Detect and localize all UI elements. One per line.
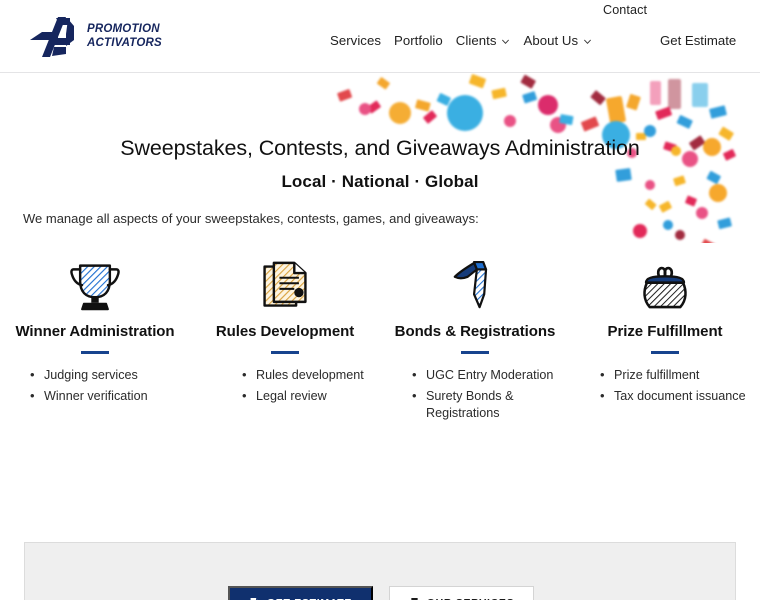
service-card-winner-administration: Winner Administration Judging services W… bbox=[0, 255, 190, 408]
nav-label-portfolio: Portfolio bbox=[393, 33, 443, 48]
list-item: Tax document issuance bbox=[600, 387, 746, 406]
pa-monogram-logo bbox=[28, 14, 80, 60]
service-item-list: Prize fulfillment Tax document issuance bbox=[582, 366, 746, 409]
cta-button-group: GET ESTIMATE OUR SERVICES bbox=[25, 586, 737, 600]
nav-label-clients: Clients bbox=[455, 33, 497, 48]
service-item-list: Judging services Winner verification bbox=[12, 366, 148, 409]
trophy-small-icon bbox=[409, 597, 420, 600]
chevron-down-icon bbox=[501, 37, 510, 46]
service-title: Bonds & Registrations bbox=[394, 323, 556, 340]
nav-item-portfolio[interactable]: Portfolio bbox=[394, 33, 443, 48]
list-item: Surety Bonds & Registrations bbox=[412, 387, 558, 424]
title-underline bbox=[651, 351, 679, 354]
nav-contact-link[interactable]: Contact bbox=[603, 3, 647, 17]
hero-subheading: Local · National · Global bbox=[281, 172, 479, 191]
chevron-down-icon bbox=[583, 37, 592, 46]
list-item: Rules development bbox=[242, 366, 364, 385]
service-card-prize-fulfillment: Prize Fulfillment Prize fulfillment Tax … bbox=[570, 255, 760, 408]
necktie-icon bbox=[452, 255, 498, 313]
brand-logo[interactable]: PROMOTION ACTIVATORS bbox=[28, 14, 162, 60]
nav-item-clients[interactable]: Clients bbox=[456, 33, 511, 48]
title-underline bbox=[461, 351, 489, 354]
get-estimate-button[interactable]: GET ESTIMATE bbox=[228, 586, 373, 600]
page-root: PROMOTION ACTIVATORS Contact Services Po… bbox=[0, 0, 760, 600]
list-item: UGC Entry Moderation bbox=[412, 366, 558, 385]
list-item: Legal review bbox=[242, 387, 364, 406]
nav-label-services: Services bbox=[330, 33, 381, 48]
service-card-bonds-registrations: Bonds & Registrations UGC Entry Moderati… bbox=[380, 255, 570, 426]
nav-item-about-us[interactable]: About Us bbox=[523, 33, 592, 48]
bottom-cta-panel: GET ESTIMATE OUR SERVICES bbox=[24, 542, 736, 600]
coin-purse-icon bbox=[637, 255, 693, 313]
brand-line-2: ACTIVATORS bbox=[87, 37, 162, 49]
title-underline bbox=[271, 351, 299, 354]
service-item-list: Rules development Legal review bbox=[202, 366, 364, 409]
service-title: Winner Administration bbox=[15, 323, 175, 340]
brand-wordmark: PROMOTION ACTIVATORS bbox=[87, 23, 162, 50]
nav-item-services[interactable]: Services bbox=[330, 33, 381, 48]
services-grid: Winner Administration Judging services W… bbox=[0, 255, 760, 426]
document-icon bbox=[249, 597, 260, 600]
title-underline bbox=[81, 351, 109, 354]
service-item-list: UGC Entry Moderation Surety Bonds & Regi… bbox=[392, 366, 558, 427]
hero-section: Sweepstakes, Contests, and Giveaways Adm… bbox=[0, 73, 760, 243]
trophy-icon bbox=[66, 255, 124, 313]
brand-line-1: PROMOTION bbox=[87, 23, 160, 36]
our-services-button[interactable]: OUR SERVICES bbox=[389, 586, 534, 600]
service-card-rules-development: Rules Development Rules development Lega… bbox=[190, 255, 380, 408]
list-item: Winner verification bbox=[30, 387, 148, 406]
list-item: Prize fulfillment bbox=[600, 366, 746, 385]
service-title: Rules Development bbox=[215, 323, 355, 340]
documents-icon bbox=[259, 255, 311, 313]
header-get-estimate-link[interactable]: Get Estimate bbox=[660, 33, 736, 48]
site-header: PROMOTION ACTIVATORS Contact Services Po… bbox=[0, 0, 760, 73]
nav-label-about-us: About Us bbox=[523, 33, 579, 48]
list-item: Judging services bbox=[30, 366, 148, 385]
hero-lede: We manage all aspects of your sweepstake… bbox=[23, 211, 479, 226]
primary-nav: Services Portfolio Clients About Us bbox=[330, 33, 592, 48]
service-title: Prize Fulfillment bbox=[607, 323, 723, 340]
page-title: Sweepstakes, Contests, and Giveaways Adm… bbox=[120, 136, 640, 160]
